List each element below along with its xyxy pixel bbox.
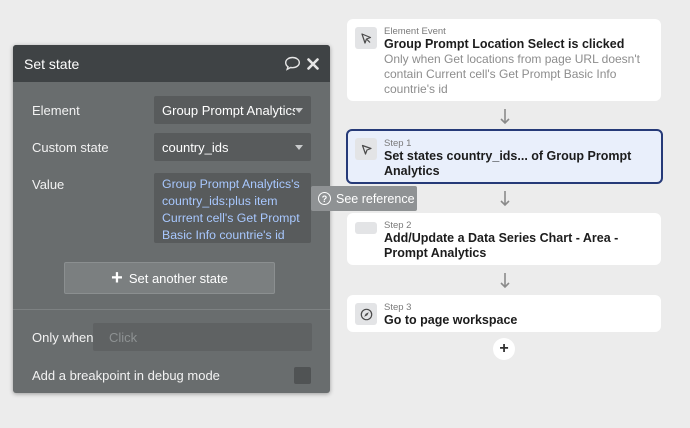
set-another-state-button[interactable]: + Set another state [64,262,275,294]
expression-line[interactable]: Current cell's Get Prompt [162,210,303,227]
step-2-card[interactable]: Step 2 Add/Update a Data Series Chart - … [347,213,661,265]
arrow-down-icon [500,191,510,207]
chevron-down-icon [295,107,303,113]
pointer-icon [355,138,377,160]
arrow-down-icon [500,109,510,125]
event-kicker: Element Event [384,26,446,37]
custom-state-dropdown[interactable]: country_ids [154,133,311,161]
step-kicker: Step 2 [384,220,412,231]
only-when-label: Only when [32,330,94,345]
compass-icon [355,303,377,325]
only-when-placeholder: Click [109,329,138,345]
event-condition-line: countrie's id [384,82,448,96]
set-state-panel: Set state Element Group Prompt Analytics… [13,45,330,393]
plus-icon: + [499,340,509,357]
breakpoint-checkbox[interactable] [294,367,311,384]
step-3-card[interactable]: Step 3 Go to page workspace [347,295,661,332]
event-title: Group Prompt Location Select is clicked [384,37,625,51]
step-title-line: Set states country_ids... of Group Promp… [384,149,632,163]
chevron-down-icon [295,144,303,150]
event-condition-line: contain Current cell's Get Prompt Basic … [384,67,617,81]
element-dropdown[interactable]: Group Prompt Analytics [154,96,311,124]
value-expression-field[interactable]: Group Prompt Analytics's country_ids:plu… [154,173,311,243]
step-1-card[interactable]: Step 1 Set states country_ids... of Grou… [346,129,663,184]
event-card[interactable]: Element Event Group Prompt Location Sele… [347,19,661,101]
breakpoint-label: Add a breakpoint in debug mode [32,368,220,383]
step-title-line: Go to page workspace [384,313,518,327]
close-icon[interactable] [307,57,319,70]
plus-icon: + [111,267,123,289]
element-label: Element [32,103,80,118]
see-reference-label: See reference [336,191,415,206]
see-reference-button[interactable]: ? See reference [311,186,417,211]
value-label: Value [32,177,65,192]
comment-icon[interactable] [284,56,301,71]
custom-state-label: Custom state [32,140,109,155]
step-title-line: Prompt Analytics [384,246,487,260]
expression-line[interactable]: country_ids:plus item [162,193,303,210]
divider [13,309,330,310]
step-title-line: Add/Update a Data Series Chart - Area - [384,231,619,245]
panel-header: Set state [13,45,330,82]
help-circle-icon: ? [318,192,331,205]
chart-icon [355,222,377,234]
set-another-state-label: Set another state [128,270,228,286]
expression-line[interactable]: Group Prompt Analytics's [162,176,303,193]
step-title-line: Analytics [384,164,440,178]
event-condition-line: Only when Get locations from page URL do… [384,52,640,66]
step-kicker: Step 1 [384,138,412,149]
only-when-input[interactable]: Click [93,323,312,351]
expression-line[interactable]: Basic Info countrie's id [162,227,303,244]
panel-title: Set state [24,55,80,72]
element-dropdown-value: Group Prompt Analytics [162,102,295,118]
pointer-click-icon [355,27,377,49]
arrow-down-icon [500,273,510,289]
step-kicker: Step 3 [384,302,412,313]
custom-state-value: country_ids [162,139,229,155]
add-step-button[interactable]: + [493,338,515,360]
